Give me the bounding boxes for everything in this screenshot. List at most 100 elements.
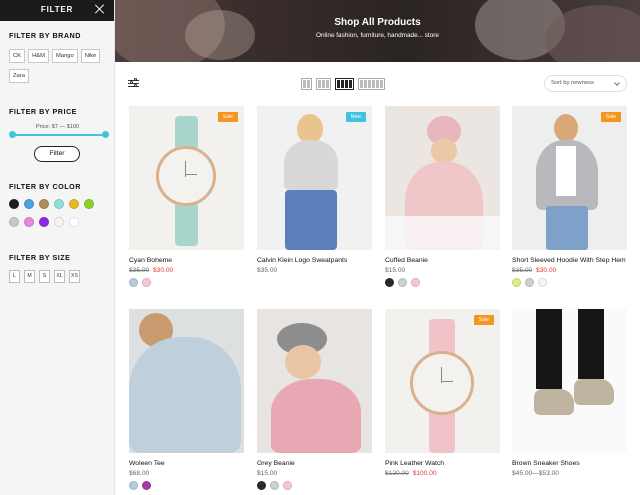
- page-subtitle: Online fashion, furniture, handmade... s…: [316, 32, 439, 39]
- color-option[interactable]: [525, 278, 534, 287]
- color-swatch[interactable]: [69, 199, 79, 209]
- size-xs[interactable]: XS: [69, 270, 80, 283]
- product-image[interactable]: [129, 309, 244, 453]
- grid-view-switcher: [301, 78, 385, 90]
- color-swatch[interactable]: [24, 217, 34, 227]
- color-swatch[interactable]: [69, 217, 79, 227]
- product-card[interactable]: Sale Cyan Boheme $35.00 $30.00: [129, 106, 244, 287]
- product-card[interactable]: Sale Short Sleeved Hoodie With Step Hem …: [512, 106, 627, 287]
- product-card[interactable]: Woleen Tee $68.00: [129, 309, 244, 490]
- brand-hm[interactable]: H&M: [28, 49, 49, 63]
- size-l[interactable]: L: [9, 270, 20, 283]
- watch-hand: [441, 381, 453, 382]
- brand-zara[interactable]: Zara: [9, 69, 29, 83]
- size-xl[interactable]: XL: [54, 270, 65, 283]
- color-option[interactable]: [538, 278, 547, 287]
- product-price: $35.00: [257, 267, 278, 274]
- grid-3-columns-icon[interactable]: [316, 78, 331, 90]
- sale-price: $30.00: [153, 267, 174, 274]
- product-name[interactable]: Cyan Boheme: [129, 257, 244, 265]
- old-price: $35.00: [512, 267, 533, 274]
- sale-badge: Sale: [217, 112, 238, 122]
- product-image[interactable]: Sale: [129, 106, 244, 250]
- product-colors: [129, 278, 244, 287]
- color-option[interactable]: [270, 481, 279, 490]
- brand-ck[interactable]: CK: [9, 49, 26, 63]
- sort-select[interactable]: Sort by newness: [544, 75, 627, 92]
- product-colors: [385, 278, 500, 287]
- grid-2-columns-icon[interactable]: [301, 78, 312, 90]
- price-range-label: Price: $7 — $100: [35, 124, 80, 130]
- brand-list: CK H&M Mango Nike: [9, 49, 101, 63]
- brand-mango[interactable]: Mango: [51, 49, 78, 63]
- price-slider-track[interactable]: [12, 134, 106, 136]
- product-price: $45.00—$53.00: [512, 470, 559, 477]
- color-option[interactable]: [283, 481, 292, 490]
- product-image[interactable]: [257, 309, 372, 453]
- watch-hand: [185, 174, 197, 175]
- product-name[interactable]: Woleen Tee: [129, 460, 244, 468]
- sale-price: $100.00: [412, 470, 437, 477]
- product-card[interactable]: Brown Sneaker Shoes $45.00—$53.00: [512, 309, 627, 477]
- brand-list-row2: Zara: [9, 69, 29, 83]
- product-card[interactable]: Grey Beanie $15.00: [257, 309, 372, 490]
- color-swatch[interactable]: [54, 199, 64, 209]
- price-slider-max-handle[interactable]: [102, 131, 109, 138]
- color-option[interactable]: [512, 278, 521, 287]
- size-m[interactable]: M: [24, 270, 35, 283]
- color-swatch[interactable]: [9, 217, 19, 227]
- product-name[interactable]: Calvin Klein Logo Sweatpants: [257, 257, 372, 265]
- color-option[interactable]: [411, 278, 420, 287]
- new-badge: New: [345, 112, 366, 122]
- color-option[interactable]: [142, 481, 151, 490]
- grid-4-columns-icon[interactable]: [335, 78, 354, 90]
- shop-page: FILTER FILTER BY BRAND CK H&M Mango Nike…: [0, 0, 640, 495]
- product-image[interactable]: New: [257, 106, 372, 250]
- product-name[interactable]: Pink Leather Watch: [385, 460, 500, 468]
- product-image[interactable]: [385, 106, 500, 250]
- grid-6-columns-icon[interactable]: [358, 78, 385, 90]
- color-option[interactable]: [129, 278, 138, 287]
- size-list: L M S XL XS: [9, 270, 80, 283]
- color-swatch[interactable]: [84, 199, 94, 209]
- product-price: $15.00: [257, 470, 278, 477]
- color-swatch[interactable]: [54, 217, 64, 227]
- product-image[interactable]: Sale: [385, 309, 500, 453]
- color-swatch[interactable]: [9, 199, 19, 209]
- hero-banner: Shop All Products Online fashion, furnit…: [115, 0, 640, 62]
- size-s[interactable]: S: [39, 270, 50, 283]
- sale-price: $30.00: [536, 267, 557, 274]
- close-icon[interactable]: [94, 3, 106, 15]
- price-slider-min-handle[interactable]: [9, 131, 16, 138]
- product-card[interactable]: Cuffed Beanie $15.00: [385, 106, 500, 287]
- color-swatch[interactable]: [39, 199, 49, 209]
- color-swatch-row-2: [9, 217, 79, 227]
- color-swatch[interactable]: [39, 217, 49, 227]
- sort-value: Sort by newness: [551, 80, 594, 86]
- product-name[interactable]: Grey Beanie: [257, 460, 372, 468]
- product-name[interactable]: Brown Sneaker Shoes: [512, 460, 627, 468]
- product-card[interactable]: New Calvin Klein Logo Sweatpants $35.00: [257, 106, 372, 274]
- filter-button[interactable]: Filter: [34, 146, 80, 162]
- sale-badge: Sale: [473, 315, 494, 325]
- color-option[interactable]: [129, 481, 138, 490]
- color-filter-title: FILTER BY COLOR: [9, 182, 81, 191]
- product-image[interactable]: [512, 309, 627, 453]
- color-option[interactable]: [398, 278, 407, 287]
- filter-toggle-icon[interactable]: [128, 78, 139, 89]
- old-price: $120.00: [385, 470, 409, 477]
- color-option[interactable]: [142, 278, 151, 287]
- size-filter-title: FILTER BY SIZE: [9, 253, 71, 262]
- product-price: $15.00: [385, 267, 406, 274]
- color-option[interactable]: [385, 278, 394, 287]
- product-colors: [129, 481, 244, 490]
- product-price: $68.00: [129, 470, 150, 477]
- product-name[interactable]: Cuffed Beanie: [385, 257, 500, 265]
- brand-nike[interactable]: Nike: [80, 49, 101, 63]
- product-colors: [257, 481, 372, 490]
- product-name[interactable]: Short Sleeved Hoodie With Step Hem: [512, 257, 627, 265]
- color-swatch[interactable]: [24, 199, 34, 209]
- color-option[interactable]: [257, 481, 266, 490]
- product-image[interactable]: Sale: [512, 106, 627, 250]
- product-card[interactable]: Sale Pink Leather Watch $120.00 $100.00: [385, 309, 500, 477]
